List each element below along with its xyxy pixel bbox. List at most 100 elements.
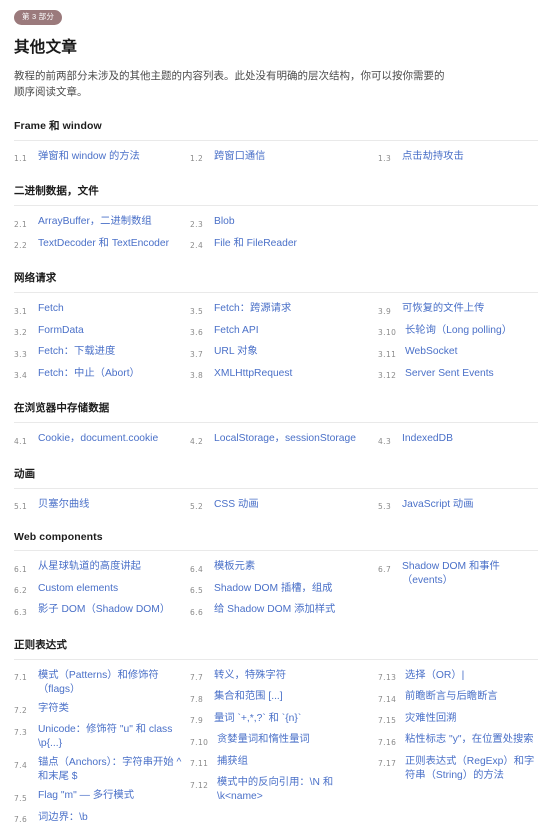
toc-entry-link[interactable]: 贝塞尔曲线: [38, 498, 89, 512]
toc-entry: 7.1模式（Patterns）和修饰符（flags）: [14, 669, 186, 697]
section: 网络请求3.1Fetch3.2FormData3.3Fetch：下载进度3.4F…: [14, 270, 538, 383]
toc-entry-number: 7.1: [14, 669, 38, 686]
toc-entry: 3.2FormData: [14, 324, 186, 341]
toc-entry-number: 2.4: [190, 237, 214, 254]
toc-entry-link[interactable]: WebSocket: [405, 345, 457, 359]
toc-entry: 3.6Fetch API: [190, 324, 374, 341]
section-column: 1.3点击劫持攻击: [378, 150, 538, 167]
toc-entry-link[interactable]: 正则表达式（RegExp）和字符串（String）的方法: [405, 755, 538, 783]
toc-entry-link[interactable]: Flag "m" — 多行模式: [38, 789, 134, 803]
toc-entry: 6.4模板元素: [190, 560, 374, 577]
section-columns: 1.1弹窗和 window 的方法 1.2跨窗口通信1.3点击劫持攻击: [14, 141, 538, 167]
toc-entry: 1.3点击劫持攻击: [378, 150, 538, 167]
toc-entry-link[interactable]: CSS 动画: [214, 498, 259, 512]
toc-entry-link[interactable]: 影子 DOM（Shadow DOM）: [38, 603, 170, 617]
toc-entry-number: 3.7: [190, 345, 214, 362]
toc-entry-link[interactable]: 长轮询（Long polling）: [405, 324, 512, 338]
toc-entry-link[interactable]: Fetch：下载进度: [38, 345, 115, 359]
toc-entry-link[interactable]: TextDecoder 和 TextEncoder: [38, 237, 169, 251]
toc-entry-link[interactable]: 点击劫持攻击: [402, 150, 464, 164]
toc-entry: 7.14前瞻断言与后瞻断言: [378, 690, 538, 707]
toc-entry-link[interactable]: Unicode：修饰符 "u" 和 class \p{...}: [38, 723, 186, 751]
toc-entry-number: 5.1: [14, 498, 38, 515]
toc-entry-number: 3.2: [14, 324, 38, 341]
toc-entry: 7.12模式中的反向引用：\N 和 \k<name>: [190, 776, 374, 804]
toc-entry-link[interactable]: Custom elements: [38, 582, 118, 596]
toc-entry-link[interactable]: 前瞻断言与后瞻断言: [405, 690, 498, 704]
toc-entry-link[interactable]: 词边界：\b: [38, 811, 88, 825]
toc-entry: 4.1Cookie，document.cookie: [14, 432, 186, 449]
section-column: 7.1模式（Patterns）和修饰符（flags）7.2字符类7.3Unico…: [14, 669, 190, 827]
toc-entry-link[interactable]: 转义，特殊字符: [214, 669, 286, 683]
toc-entry-link[interactable]: Fetch：中止（Abort）: [38, 367, 140, 381]
toc-entry-number: 3.3: [14, 345, 38, 362]
section-heading: 正则表达式: [14, 637, 538, 660]
toc-entry-number: 3.8: [190, 367, 214, 384]
section: 正则表达式7.1模式（Patterns）和修饰符（flags）7.2字符类7.3…: [14, 637, 538, 827]
toc-entry-link[interactable]: 跨窗口通信: [214, 150, 265, 164]
toc-entry-number: 1.3: [378, 150, 402, 167]
toc-entry: 3.7URL 对象: [190, 345, 374, 362]
toc-entry: 6.6给 Shadow DOM 添加样式: [190, 603, 374, 620]
toc-entry: 3.5Fetch：跨源请求: [190, 302, 374, 319]
toc-entry-link[interactable]: URL 对象: [214, 345, 258, 359]
toc-entry-number: 1.1: [14, 150, 38, 167]
toc-entry-number: 4.2: [190, 432, 214, 449]
toc-entry-number: 3.9: [378, 302, 402, 319]
toc-entry: 7.15灾难性回溯: [378, 712, 538, 729]
toc-entry-link[interactable]: Fetch：跨源请求: [214, 302, 291, 316]
toc-entry-link[interactable]: 可恢复的文件上传: [402, 302, 484, 316]
toc-entry-number: 7.2: [14, 702, 38, 719]
toc-entry-link[interactable]: File 和 FileReader: [214, 237, 297, 251]
section-heading: 动画: [14, 466, 538, 489]
toc-entry-link[interactable]: 从星球轨道的高度讲起: [38, 560, 141, 574]
page-title: 其他文章: [14, 35, 538, 57]
toc-entry-link[interactable]: 粘性标志 "y"，在位置处搜索: [405, 733, 534, 747]
section-columns: 4.1Cookie，document.cookie4.2LocalStorage…: [14, 423, 538, 449]
toc-entry: 3.3Fetch：下载进度: [14, 345, 186, 362]
toc-entry-link[interactable]: 灾难性回溯: [405, 712, 456, 726]
toc-entry-link[interactable]: 模板元素: [214, 560, 255, 574]
toc-entry-link[interactable]: LocalStorage，sessionStorage: [214, 432, 356, 446]
toc-entry-link[interactable]: FormData: [38, 324, 84, 338]
part-badge: 第 3 部分: [14, 10, 62, 25]
toc-entry-link[interactable]: Shadow DOM 插槽，组成: [214, 582, 332, 596]
toc-entry-link[interactable]: JavaScript 动画: [402, 498, 474, 512]
toc-entry: 3.8XMLHttpRequest: [190, 367, 374, 384]
toc-entry: 7.11捕获组: [190, 755, 374, 772]
toc-entry-link[interactable]: ArrayBuffer，二进制数组: [38, 215, 152, 229]
toc-entry-link[interactable]: 字符类: [38, 702, 69, 716]
toc-entry-link[interactable]: 贪婪量词和惰性量词: [217, 733, 310, 747]
toc-entry-number: 7.11: [190, 755, 217, 772]
toc-entry-link[interactable]: 模式（Patterns）和修饰符（flags）: [38, 669, 186, 697]
toc-entry-link[interactable]: Fetch API: [214, 324, 259, 338]
toc-entry-number: 6.6: [190, 603, 214, 620]
toc-entry: 7.4锚点（Anchors）：字符串开始 ^ 和末尾 $: [14, 756, 186, 784]
toc-entry-link[interactable]: Cookie，document.cookie: [38, 432, 158, 446]
toc-entry-link[interactable]: 锚点（Anchors）：字符串开始 ^ 和末尾 $: [38, 756, 186, 784]
toc-entry-link[interactable]: 量词 `+,*,?` 和 `{n}`: [214, 712, 301, 726]
toc-entry: 6.2Custom elements: [14, 582, 186, 599]
toc-entry-link[interactable]: 模式中的反向引用：\N 和 \k<name>: [217, 776, 374, 804]
toc-entry: 7.17正则表达式（RegExp）和字符串（String）的方法: [378, 755, 538, 783]
toc-entry: 1.2跨窗口通信: [190, 150, 374, 167]
toc-entry: 4.2LocalStorage，sessionStorage: [190, 432, 374, 449]
toc-entry-link[interactable]: Shadow DOM 和事件（events）: [402, 560, 538, 588]
toc-entry-number: 3.11: [378, 345, 405, 362]
toc-entry-number: 2.3: [190, 215, 214, 232]
toc-entry-link[interactable]: 给 Shadow DOM 添加样式: [214, 603, 335, 617]
toc-entry-link[interactable]: Server Sent Events: [405, 367, 494, 381]
toc-entry-link[interactable]: XMLHttpRequest: [214, 367, 292, 381]
intro-paragraph: 教程的前两部分未涉及的其他主题的内容列表。此处没有明确的层次结构，你可以按你需要…: [14, 68, 446, 101]
section-column: 5.1贝塞尔曲线: [14, 498, 190, 515]
toc-entry: 2.3Blob: [190, 215, 374, 232]
toc-entry-link[interactable]: Blob: [214, 215, 235, 229]
toc-entry-link[interactable]: 弹窗和 window 的方法: [38, 150, 140, 164]
toc-entry: 7.7转义，特殊字符: [190, 669, 374, 686]
toc-entry-link[interactable]: IndexedDB: [402, 432, 453, 446]
toc-entry-link[interactable]: 集合和范围 [...]: [214, 690, 283, 704]
toc-entry-link[interactable]: 捕获组: [217, 755, 248, 769]
toc-entry-link[interactable]: 选择（OR）|: [405, 669, 464, 683]
toc-entry-link[interactable]: Fetch: [38, 302, 64, 316]
section-column: 4.2LocalStorage，sessionStorage: [190, 432, 378, 449]
